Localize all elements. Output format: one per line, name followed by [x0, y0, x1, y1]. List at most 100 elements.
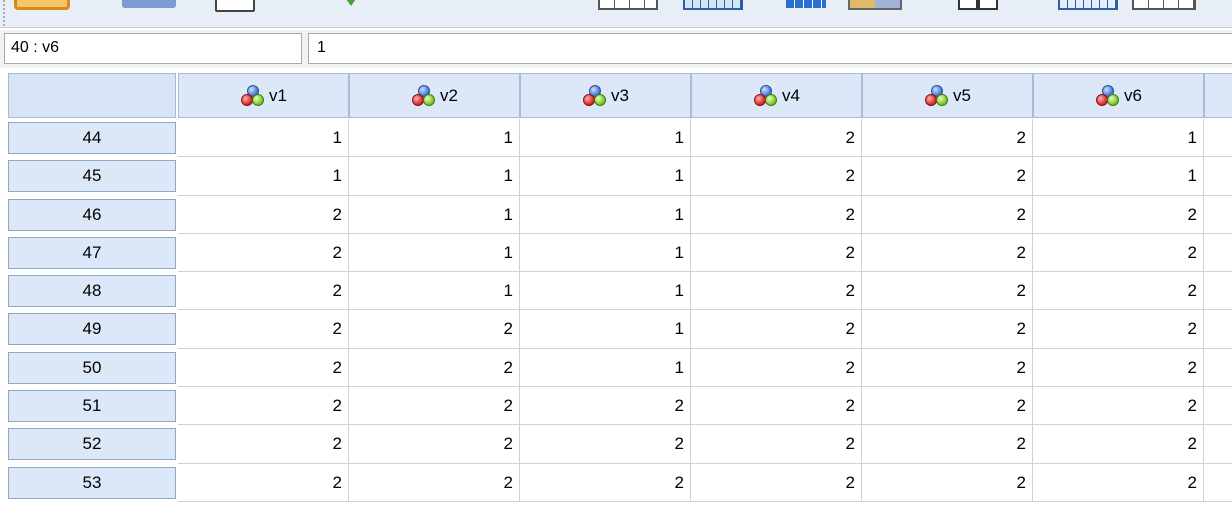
data-cell[interactable]: 2 — [691, 119, 862, 158]
data-cell[interactable]: 1 — [349, 157, 520, 196]
data-cell[interactable]: 2 — [1033, 425, 1204, 464]
goto-variable-icon[interactable] — [683, 0, 743, 10]
grid-corner[interactable] — [8, 73, 176, 118]
row-header[interactable]: 50 — [8, 351, 176, 384]
row-header[interactable]: 49 — [8, 313, 176, 346]
data-cell[interactable]: 2 — [862, 463, 1033, 502]
data-cell[interactable]: 2 — [178, 463, 349, 502]
data-cell[interactable]: 2 — [691, 157, 862, 196]
data-cell[interactable]: 2 — [1033, 233, 1204, 273]
data-cell[interactable]: 2 — [862, 387, 1033, 426]
data-cell-empty[interactable] — [1204, 425, 1232, 464]
data-cell[interactable]: 1 — [349, 195, 520, 234]
data-cell[interactable]: 2 — [862, 425, 1033, 464]
data-cell[interactable]: 2 — [1033, 348, 1204, 388]
data-cell[interactable]: 1 — [1033, 157, 1204, 196]
column-header-v1[interactable]: v1 — [178, 73, 349, 118]
data-cell[interactable]: 2 — [349, 463, 520, 502]
data-cell-empty[interactable] — [1204, 119, 1232, 158]
data-cell[interactable]: 2 — [862, 157, 1033, 196]
data-cell[interactable]: 2 — [520, 463, 691, 502]
data-cell[interactable]: 1 — [178, 119, 349, 158]
data-cell[interactable]: 2 — [1033, 195, 1204, 234]
data-cell[interactable]: 2 — [691, 272, 862, 311]
column-header-v2[interactable]: v2 — [349, 73, 520, 118]
data-cell-empty[interactable] — [1204, 234, 1232, 273]
data-cell[interactable]: 2 — [349, 348, 520, 388]
data-cell[interactable]: 2 — [1033, 310, 1204, 349]
toolbar-grip-icon[interactable] — [3, 0, 7, 26]
insert-case-icon[interactable] — [344, 0, 358, 6]
variables-icon[interactable] — [766, 0, 832, 10]
data-cell[interactable]: 1 — [520, 310, 691, 349]
data-cell[interactable]: 2 — [349, 425, 520, 464]
weight-cases-icon[interactable] — [958, 0, 998, 10]
data-cell[interactable]: 2 — [862, 119, 1033, 158]
data-cell[interactable]: 2 — [691, 387, 862, 426]
data-cell[interactable]: 2 — [862, 272, 1033, 311]
data-cell[interactable]: 2 — [178, 195, 349, 234]
data-cell[interactable]: 2 — [1033, 387, 1204, 426]
column-header-v4[interactable]: v4 — [691, 73, 862, 118]
data-cell[interactable]: 1 — [520, 272, 691, 311]
data-cell[interactable]: 2 — [349, 310, 520, 349]
row-header[interactable]: 48 — [8, 275, 176, 308]
data-cell[interactable]: 2 — [691, 463, 862, 502]
data-cell-empty[interactable] — [1204, 272, 1232, 311]
data-cell[interactable]: 1 — [1033, 119, 1204, 158]
data-cell[interactable]: 2 — [1033, 272, 1204, 311]
row-header[interactable]: 51 — [8, 390, 176, 423]
data-cell-empty[interactable] — [1204, 310, 1232, 349]
cell-location-field[interactable]: 40 : v6 — [4, 33, 302, 64]
data-cell[interactable]: 1 — [349, 272, 520, 311]
data-cell[interactable]: 2 — [178, 272, 349, 311]
data-cell[interactable]: 2 — [862, 195, 1033, 234]
print-icon[interactable] — [215, 0, 255, 12]
data-cell[interactable]: 1 — [349, 119, 520, 158]
column-header-v6[interactable]: v6 — [1033, 73, 1204, 118]
data-cell[interactable]: 2 — [1033, 463, 1204, 502]
data-cell[interactable]: 2 — [178, 387, 349, 426]
data-cell-empty[interactable] — [1204, 464, 1232, 502]
row-header[interactable]: 47 — [8, 236, 176, 269]
data-cell[interactable]: 1 — [520, 119, 691, 158]
data-cell[interactable]: 2 — [862, 233, 1033, 273]
data-cell[interactable]: 2 — [178, 310, 349, 349]
split-file-icon[interactable] — [848, 0, 902, 10]
data-cell[interactable]: 1 — [520, 157, 691, 196]
data-cell[interactable]: 1 — [520, 195, 691, 234]
data-cell[interactable]: 2 — [178, 425, 349, 464]
data-cell[interactable]: 1 — [349, 233, 520, 273]
data-cell[interactable]: 2 — [691, 348, 862, 388]
data-cell[interactable]: 2 — [520, 387, 691, 426]
row-header[interactable]: 52 — [8, 428, 176, 461]
data-cell[interactable]: 2 — [520, 425, 691, 464]
column-header-v5[interactable]: v5 — [862, 73, 1033, 118]
data-cell[interactable]: 1 — [178, 157, 349, 196]
data-cell[interactable]: 1 — [520, 233, 691, 273]
data-cell[interactable]: 2 — [691, 425, 862, 464]
select-cases-icon[interactable] — [1058, 0, 1118, 10]
open-data-icon[interactable] — [14, 0, 70, 10]
data-cell[interactable]: 2 — [178, 233, 349, 273]
column-header-v3[interactable]: v3 — [520, 73, 691, 118]
next-column-header[interactable] — [1204, 73, 1232, 118]
data-cell[interactable]: 1 — [520, 348, 691, 388]
cell-value-editor[interactable]: 1 — [308, 33, 1232, 64]
data-cell[interactable]: 2 — [862, 310, 1033, 349]
recall-dialog-icon[interactable] — [122, 0, 176, 8]
goto-case-icon[interactable] — [598, 0, 658, 10]
data-cell-empty[interactable] — [1204, 157, 1232, 196]
row-header[interactable]: 44 — [8, 122, 176, 154]
value-labels-icon[interactable] — [1132, 0, 1196, 10]
row-header[interactable]: 46 — [8, 198, 176, 231]
data-cell[interactable]: 2 — [691, 195, 862, 234]
row-header[interactable]: 53 — [8, 466, 176, 499]
data-cell-empty[interactable] — [1204, 196, 1232, 234]
data-cell[interactable]: 2 — [691, 310, 862, 349]
data-cell-empty[interactable] — [1204, 387, 1232, 426]
data-cell[interactable]: 2 — [862, 348, 1033, 388]
data-cell[interactable]: 2 — [349, 387, 520, 426]
data-cell-empty[interactable] — [1204, 349, 1232, 388]
data-cell[interactable]: 2 — [178, 348, 349, 388]
